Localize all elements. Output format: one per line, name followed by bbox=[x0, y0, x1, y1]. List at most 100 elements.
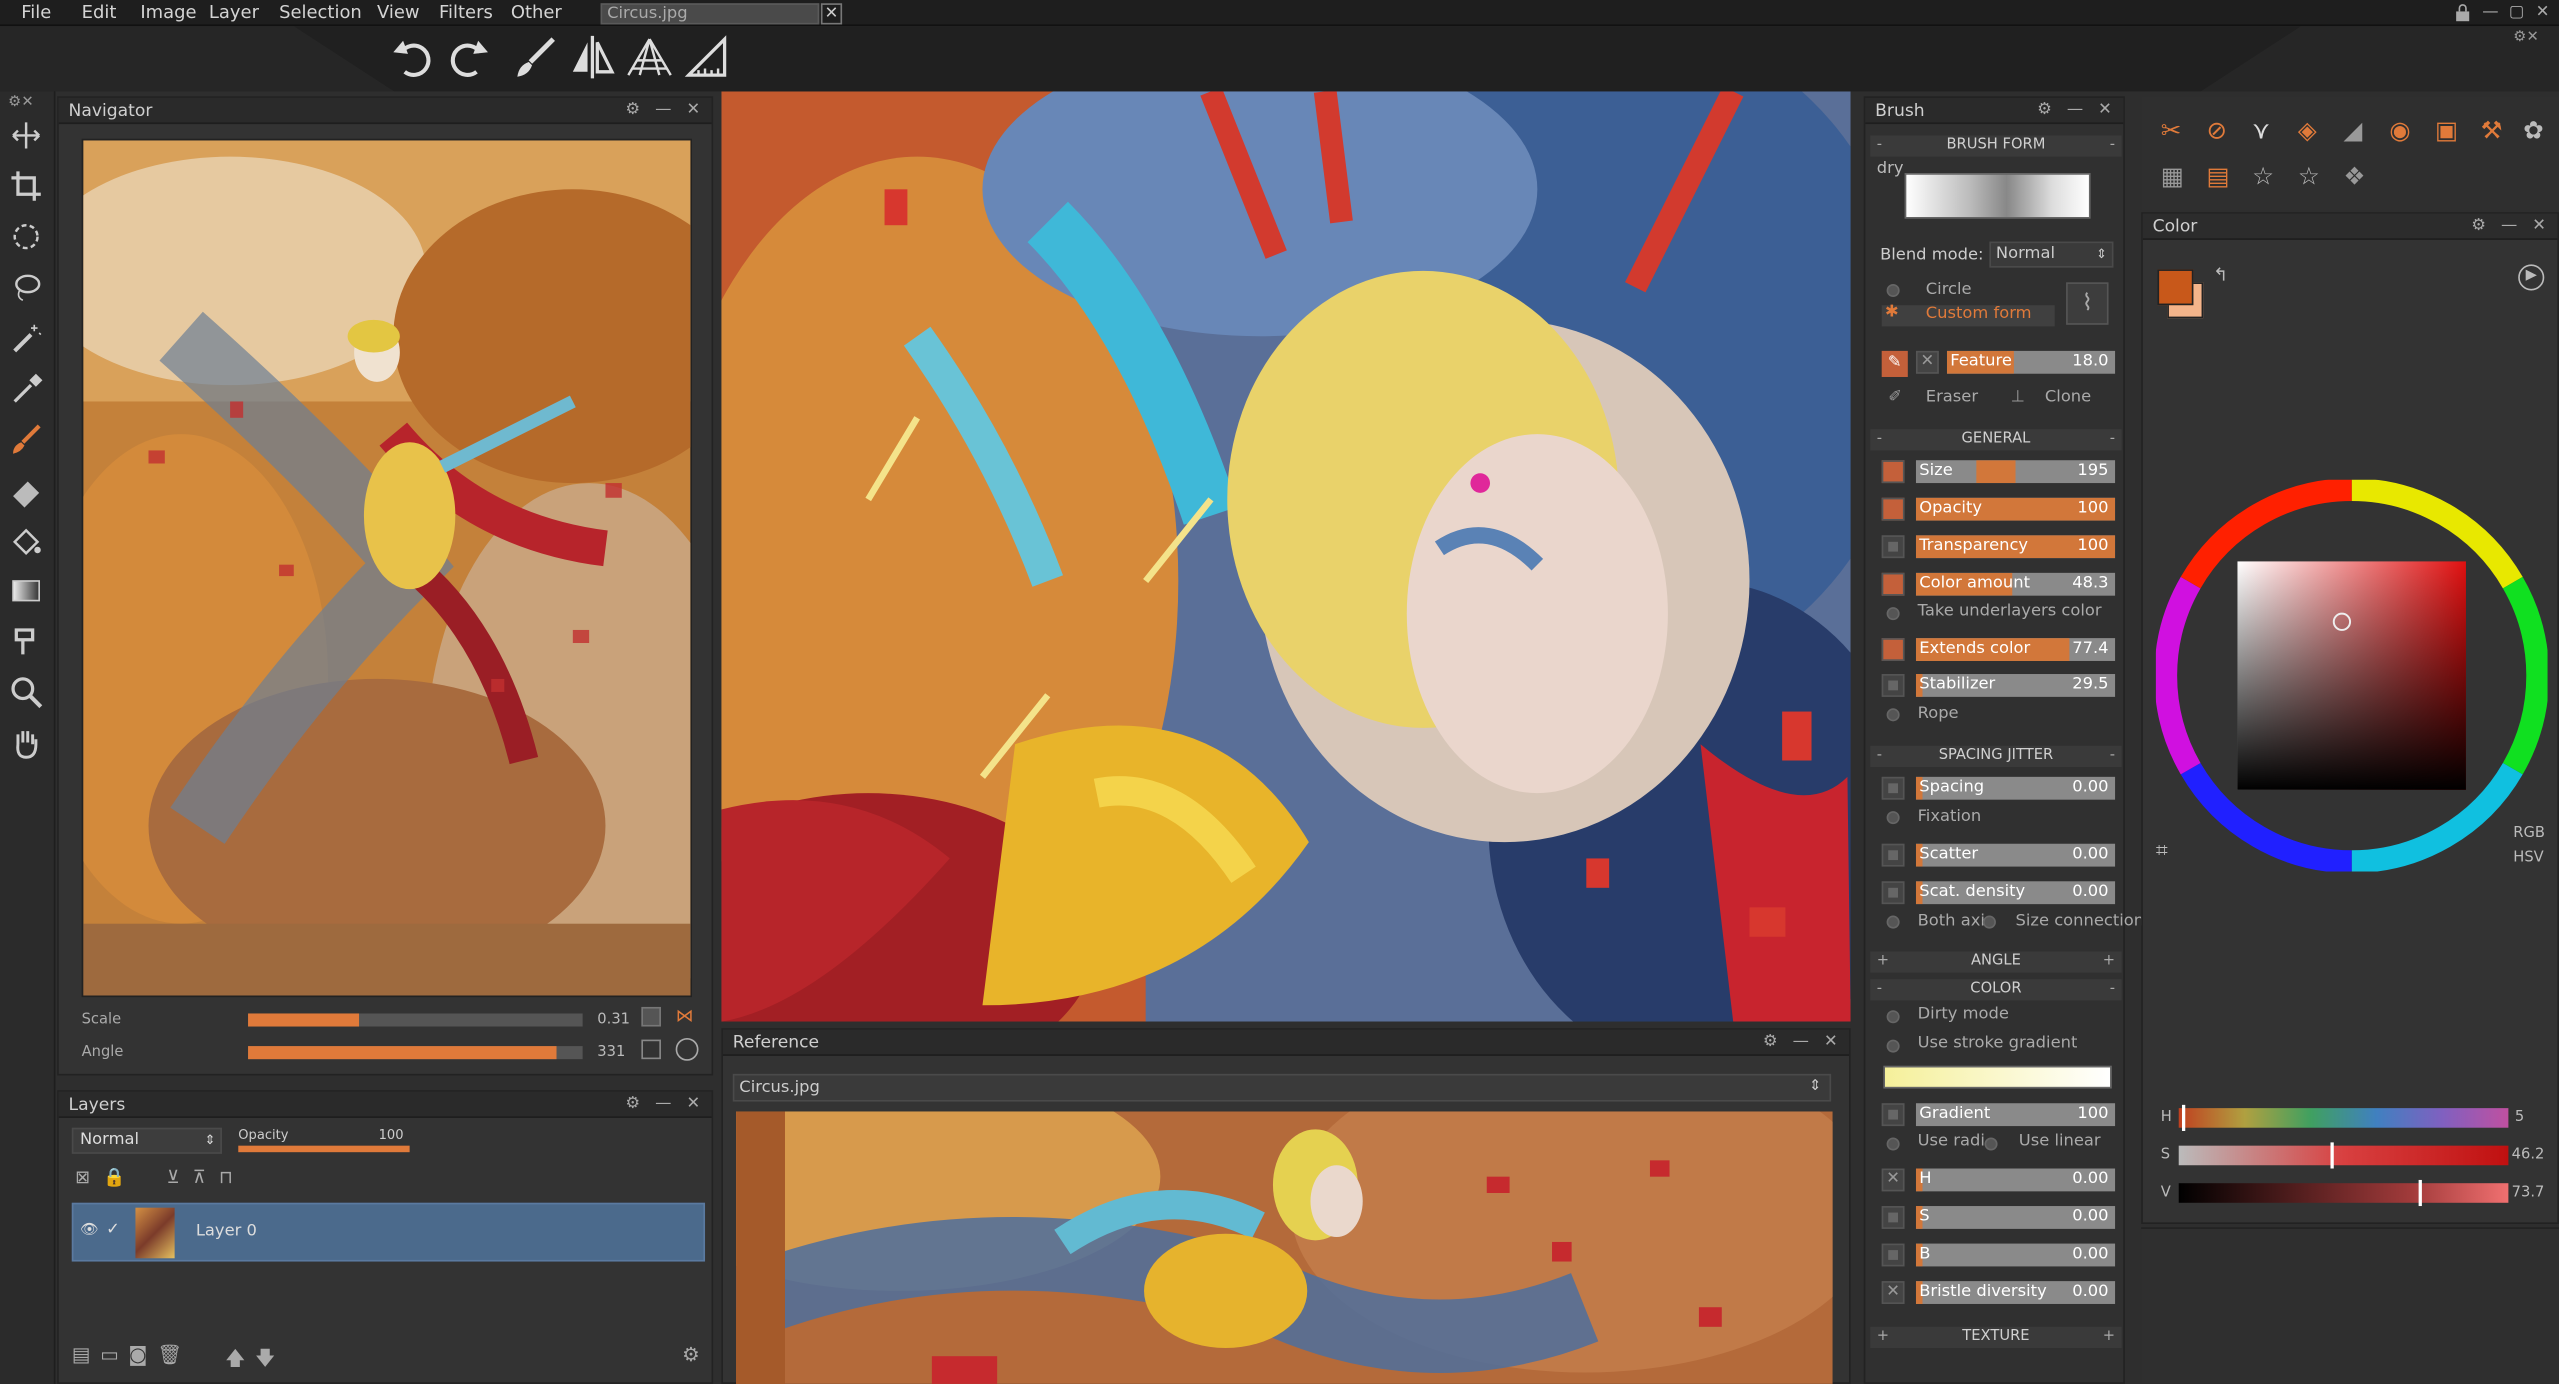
paint-brush-mode-icon[interactable]: ✎ bbox=[1881, 350, 1908, 377]
rgb-mode-label[interactable]: RGB bbox=[2513, 826, 2545, 842]
layers-icon[interactable]: ◈ bbox=[2298, 116, 2331, 145]
tools-icon[interactable]: ✂ bbox=[2161, 116, 2194, 145]
scatter-toggle[interactable] bbox=[1881, 843, 1905, 867]
color-amount-slider[interactable]: Color amount 48.3 bbox=[1915, 572, 2116, 596]
brush-tool-icon[interactable] bbox=[8, 421, 44, 457]
main-canvas[interactable] bbox=[721, 91, 1851, 1022]
brush-form-section[interactable]: - BRUSH FORM - bbox=[1870, 135, 2122, 157]
color-wheel[interactable] bbox=[2155, 479, 2548, 872]
reference-image[interactable] bbox=[736, 1111, 1833, 1384]
eraser-label[interactable]: Eraser bbox=[1926, 388, 1978, 406]
eraser-icon[interactable] bbox=[8, 472, 44, 508]
take-underlayers-radio[interactable] bbox=[1886, 607, 1900, 621]
blend-mode-select[interactable]: Normal ⇕ bbox=[1989, 241, 2114, 268]
lock-icon[interactable] bbox=[2453, 3, 2473, 23]
palette-icon[interactable]: ✿ bbox=[2523, 116, 2556, 145]
gradient-panel-icon[interactable]: ◢ bbox=[2344, 116, 2377, 145]
undo-icon[interactable] bbox=[388, 33, 437, 82]
menu-file[interactable]: File bbox=[21, 2, 51, 23]
scat-density-slider[interactable]: Scat. density 0.00 bbox=[1915, 881, 2116, 905]
scale-slider[interactable] bbox=[248, 1013, 583, 1027]
general-section[interactable]: - GENERAL - bbox=[1870, 429, 2122, 451]
menu-other[interactable]: Other bbox=[511, 2, 562, 23]
move-icon[interactable] bbox=[8, 118, 44, 154]
layer-settings-icon[interactable]: ⚙ bbox=[682, 1343, 700, 1366]
use-linear-radio[interactable] bbox=[1984, 1137, 1998, 1151]
hand-icon[interactable] bbox=[8, 725, 44, 761]
redo-icon[interactable] bbox=[444, 33, 493, 82]
document-tab-close-icon[interactable]: ✕ bbox=[820, 3, 843, 25]
clone-label[interactable]: Clone bbox=[2045, 388, 2091, 406]
size-slider[interactable]: Size 195 bbox=[1915, 460, 2116, 484]
b-jitter-toggle[interactable] bbox=[1881, 1243, 1905, 1267]
layer-lock-icons[interactable]: ⊠🔒 bbox=[75, 1167, 139, 1188]
layer-check-icon[interactable]: ✓ bbox=[106, 1221, 120, 1239]
symmetry-icon[interactable] bbox=[568, 33, 617, 82]
hue-slider-thumb[interactable] bbox=[2181, 1104, 2186, 1131]
brush-icon[interactable] bbox=[511, 33, 560, 82]
extends-color-pressure-toggle[interactable] bbox=[1881, 638, 1905, 661]
navigator-panel-buttons[interactable]: ⚙ — ✕ bbox=[626, 101, 705, 119]
reference-panel-buttons[interactable]: ⚙ — ✕ bbox=[1763, 1033, 1842, 1051]
color-section[interactable]: - COLOR - bbox=[1870, 979, 2122, 1001]
gradient-icon[interactable] bbox=[8, 573, 44, 609]
spacing-toggle[interactable] bbox=[1881, 776, 1905, 800]
bristle-toggle[interactable]: ✕ bbox=[1881, 1281, 1905, 1304]
saturation-slider[interactable] bbox=[2178, 1145, 2509, 1166]
navigator-preview[interactable] bbox=[81, 138, 692, 998]
image-icon[interactable]: ▣ bbox=[2435, 116, 2468, 145]
transparency-slider[interactable]: Transparency 100 bbox=[1915, 535, 2116, 559]
transparency-pressure-toggle[interactable] bbox=[1881, 535, 1905, 559]
favorites-icon[interactable]: ☆ bbox=[2298, 162, 2331, 191]
menu-image[interactable]: Image bbox=[140, 2, 196, 23]
b-jitter-slider[interactable]: B 0.00 bbox=[1915, 1243, 2116, 1267]
layer-opacity-slider[interactable] bbox=[238, 1145, 410, 1153]
circle-radio[interactable] bbox=[1886, 283, 1900, 298]
swap-colors-icon[interactable]: ↰ bbox=[2213, 264, 2228, 285]
s-jitter-toggle[interactable] bbox=[1881, 1206, 1905, 1229]
brush-panel-buttons[interactable]: ⚙ — ✕ bbox=[2037, 101, 2116, 119]
h-jitter-slider[interactable]: H 0.00 bbox=[1915, 1168, 2116, 1192]
close-window-icon[interactable]: ✕ bbox=[2533, 3, 2553, 23]
bristle-slider[interactable]: Bristle diversity 0.00 bbox=[1915, 1281, 2116, 1304]
stabilizer-slider[interactable]: Stabilizer 29.5 bbox=[1915, 674, 2116, 697]
magic-wand-icon[interactable] bbox=[8, 320, 44, 356]
stabilizer-toggle[interactable] bbox=[1881, 674, 1905, 697]
smudge-icon[interactable] bbox=[8, 623, 44, 659]
maximize-icon[interactable]: ▢ bbox=[2507, 3, 2527, 23]
opacity-slider[interactable]: Opacity 100 bbox=[1915, 497, 2116, 521]
value-slider-thumb[interactable] bbox=[2418, 1179, 2422, 1207]
saturation-slider-thumb[interactable] bbox=[2330, 1142, 2334, 1169]
flip-icon[interactable]: ⋈ bbox=[676, 1005, 699, 1028]
panel-settings-icon[interactable]: ⚙✕ bbox=[8, 95, 33, 111]
layer-move-icons[interactable]: 🡅🡇 bbox=[225, 1343, 285, 1377]
notes-icon[interactable]: ▤ bbox=[2206, 162, 2239, 191]
toolbar-settings-icon[interactable]: ⚙✕ bbox=[2513, 29, 2538, 45]
feature-slider[interactable]: Feature 18.0 bbox=[1946, 350, 2116, 374]
layers-panel-buttons[interactable]: ⚙ — ✕ bbox=[626, 1095, 705, 1113]
texture-section[interactable]: + TEXTURE + bbox=[1870, 1326, 2122, 1349]
crop-frame-icon[interactable]: ⌗ bbox=[2156, 839, 2168, 863]
eyedropper-icon[interactable] bbox=[8, 370, 44, 406]
use-radial-radio[interactable] bbox=[1886, 1137, 1900, 1151]
stroke-gradient-swatch[interactable] bbox=[1883, 1065, 2112, 1089]
menu-selection[interactable]: Selection bbox=[279, 2, 362, 23]
document-tab[interactable]: Circus.jpg bbox=[600, 3, 820, 25]
lasso-icon[interactable] bbox=[8, 269, 44, 305]
fixation-radio[interactable] bbox=[1886, 811, 1900, 825]
rotate-icon[interactable] bbox=[675, 1037, 699, 1061]
menu-view[interactable]: View bbox=[377, 2, 420, 23]
gradient-toggle[interactable] bbox=[1881, 1103, 1905, 1127]
reset-view-icon[interactable] bbox=[641, 1039, 661, 1060]
h-jitter-toggle[interactable]: ✕ bbox=[1881, 1168, 1905, 1192]
dirty-mode-radio[interactable] bbox=[1886, 1010, 1900, 1024]
color-amount-pressure-toggle[interactable] bbox=[1881, 572, 1905, 596]
minimize-icon[interactable]: — bbox=[2481, 3, 2501, 23]
fill-icon[interactable] bbox=[8, 522, 44, 558]
brush-library-icon[interactable]: ⋎ bbox=[2252, 116, 2285, 145]
menu-filters[interactable]: Filters bbox=[439, 2, 493, 23]
color-panel-buttons[interactable]: ⚙ — ✕ bbox=[2471, 217, 2550, 235]
layer-align-icons[interactable]: ⊻⊼⊓ bbox=[166, 1167, 245, 1188]
play-icon[interactable]: ▶ bbox=[2518, 264, 2545, 291]
use-stroke-gradient-radio[interactable] bbox=[1886, 1039, 1900, 1053]
